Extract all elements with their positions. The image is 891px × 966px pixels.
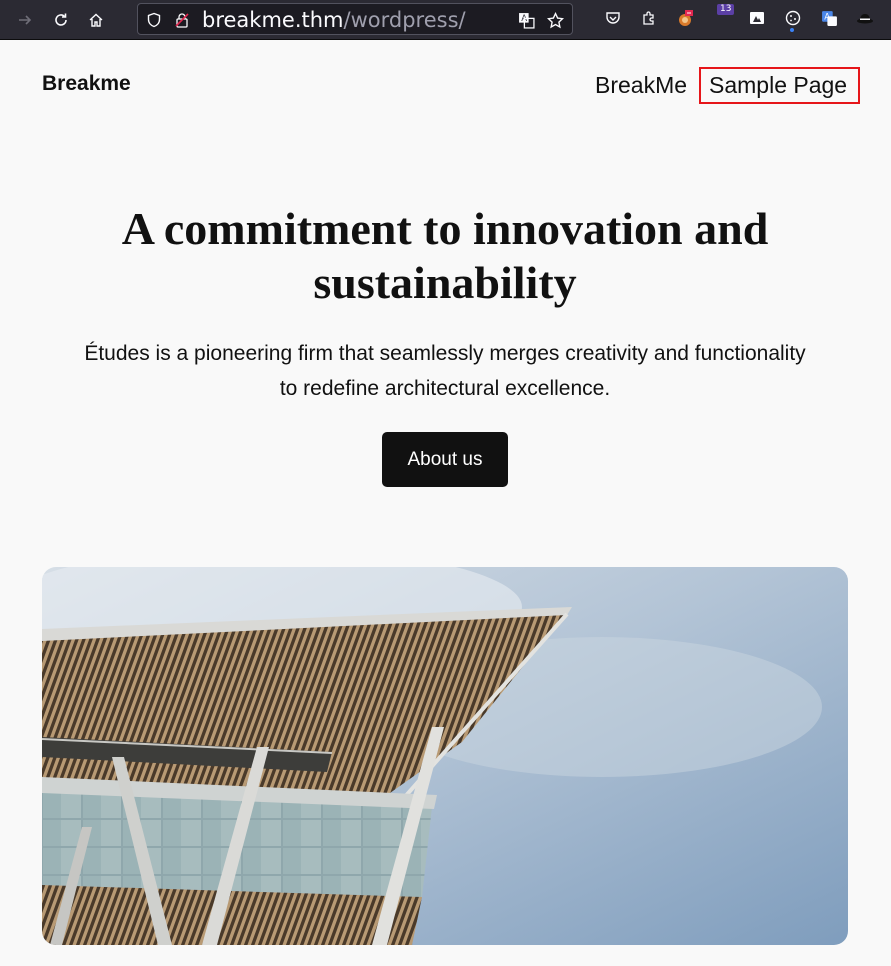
pocket-icon[interactable] bbox=[604, 9, 622, 27]
bookmark-star-icon[interactable] bbox=[546, 11, 564, 29]
url-host: breakme.thm bbox=[202, 8, 344, 32]
hero-description: Études is a pioneering firm that seamles… bbox=[84, 342, 806, 400]
extension-indicator-dot bbox=[790, 28, 794, 32]
extension-badge: 13 bbox=[717, 4, 735, 15]
lock-icon[interactable] bbox=[173, 11, 191, 29]
hat-icon[interactable] bbox=[856, 9, 874, 27]
highlight-box bbox=[699, 67, 860, 104]
browser-toolbar: breakme.thm/wordpress/ A 13 A bbox=[0, 0, 891, 40]
translate-icon[interactable]: A bbox=[517, 11, 535, 29]
cookie-icon[interactable] bbox=[784, 9, 802, 27]
hero-title: A commitment to innovation and sustainab… bbox=[121, 203, 769, 308]
translate-ext-icon[interactable]: A bbox=[820, 9, 838, 27]
foxyproxy-icon[interactable] bbox=[676, 9, 694, 27]
building-image bbox=[42, 567, 848, 945]
nav-link-breakme[interactable]: BreakMe bbox=[595, 70, 687, 100]
url-bar[interactable]: breakme.thm/wordpress/ A bbox=[137, 3, 573, 35]
about-us-button[interactable]: About us bbox=[382, 432, 508, 487]
site-title[interactable]: Breakme bbox=[42, 70, 131, 98]
forward-icon[interactable] bbox=[13, 8, 37, 32]
shield-icon[interactable] bbox=[145, 11, 163, 29]
hackbar-icon[interactable] bbox=[748, 9, 766, 27]
extensions-icon[interactable] bbox=[640, 9, 658, 27]
reload-icon[interactable] bbox=[49, 8, 73, 32]
url-path: /wordpress/ bbox=[343, 8, 466, 32]
home-icon[interactable] bbox=[84, 8, 108, 32]
url-text[interactable]: breakme.thm/wordpress/ bbox=[202, 7, 466, 33]
